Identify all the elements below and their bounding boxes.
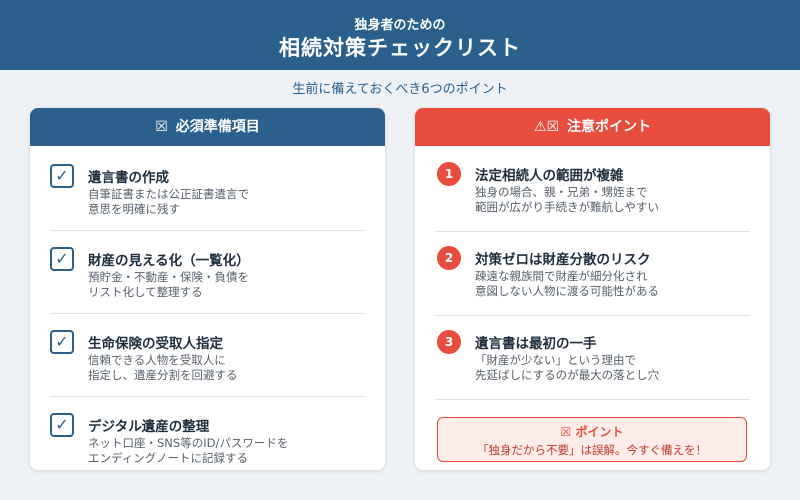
checkmark-icon[interactable]: ✓ — [50, 413, 74, 437]
desc-line-2: 意図しない人物に渡る可能性がある — [475, 284, 659, 298]
desc-line-1: 信頼できる人物を受取人に — [88, 353, 226, 367]
caution-item-desc: 疎遠な親族間で財産が細分化され 意図しない人物に渡る可能性がある — [475, 269, 659, 299]
checklist-item-desc: 自筆証書または公正証書遺言で 意思を明確に残す — [88, 187, 249, 217]
number-badge: 2 — [437, 246, 461, 270]
checkmark-icon[interactable]: ✓ — [50, 330, 74, 354]
checklist-item: ✓ 財産の見える化（一覧化） 預貯金・不動産・保険・負債を リスト化して整理する — [50, 231, 365, 314]
desc-line-2: 意思を明確に残す — [88, 202, 180, 216]
caution-item-title: 遺言書は最初の一手 — [475, 336, 597, 352]
page-tagline: 生前に備えておくべき6つのポイント — [292, 82, 508, 97]
key-point-text: 「独身だから不要」は誤解。今すぐ備えを！ — [477, 443, 707, 457]
caution-points-header: ⚠☒ 注意ポイント — [415, 108, 770, 146]
desc-line-2: 先延ばしにするのが最大の落とし穴 — [475, 368, 660, 382]
desc-line-1: ネット口座・SNS等のID/パスワードを — [88, 436, 289, 450]
header-subtitle: 独身者のための — [354, 18, 446, 33]
desc-line-2: 指定し、遺産分割を回避する — [88, 368, 238, 382]
number-badge: 3 — [437, 330, 461, 354]
required-items-panel: ☒ 必須準備項目 ✓ 遺言書の作成 自筆証書または公正証書遺言で 意思を明確に残… — [30, 108, 385, 470]
required-items-header: ☒ 必須準備項目 — [30, 108, 385, 146]
key-point-title: ☒ ポイント — [438, 423, 746, 440]
caution-item-title: 法定相続人の範囲が複雑 — [475, 168, 624, 184]
caution-item-desc: 独身の場合、親・兄弟・甥姪まで 範囲が広がり手続きが難航しやすい — [475, 185, 659, 215]
caution-points-panel: ⚠☒ 注意ポイント 1 法定相続人の範囲が複雑 独身の場合、親・兄弟・甥姪まで … — [415, 108, 770, 470]
checklist-item-title: 生命保険の受取人指定 — [88, 336, 223, 352]
caution-item: 3 遺言書は最初の一手 「財産が少ない」という理由で 先延ばしにするのが最大の落… — [435, 316, 750, 400]
page-header: 独身者のための 相続対策チェックリスト — [0, 0, 800, 70]
checklist-item: ✓ デジタル遺産の整理 ネット口座・SNS等のID/パスワードを エンディングノ… — [50, 397, 365, 470]
checkbox-icon: ☒ — [155, 119, 168, 135]
desc-line-1: 預貯金・不動産・保険・負債を — [88, 270, 249, 284]
checklist-item: ✓ 生命保険の受取人指定 信頼できる人物を受取人に 指定し、遺産分割を回避する — [50, 314, 365, 397]
caution-item: 1 法定相続人の範囲が複雑 独身の場合、親・兄弟・甥姪まで 範囲が広がり手続きが… — [435, 148, 750, 232]
page-title: 相続対策チェックリスト — [279, 36, 521, 60]
desc-line-1: 「財産が少ない」という理由で — [475, 353, 636, 367]
key-point-label: ポイント — [575, 425, 624, 439]
desc-line-1: 疎遠な親族間で財産が細分化され — [475, 269, 648, 283]
checklist-item-desc: 預貯金・不動産・保険・負債を リスト化して整理する — [88, 270, 249, 300]
warning-icon: ⚠☒ — [534, 119, 560, 135]
caution-item: 2 対策ゼロは財産分散のリスク 疎遠な親族間で財産が細分化され 意図しない人物に… — [435, 232, 750, 316]
key-point-icon: ☒ — [560, 425, 572, 439]
number-badge: 1 — [437, 162, 461, 186]
checklist-item-desc: 信頼できる人物を受取人に 指定し、遺産分割を回避する — [88, 353, 238, 383]
checklist-item-title: デジタル遺産の整理 — [88, 419, 210, 435]
desc-line-1: 自筆証書または公正証書遺言で — [88, 187, 249, 201]
checkmark-icon[interactable]: ✓ — [50, 247, 74, 271]
checklist-item-title: 財産の見える化（一覧化） — [88, 253, 250, 269]
checklist-item: ✓ 遺言書の作成 自筆証書または公正証書遺言で 意思を明確に残す — [50, 148, 365, 231]
desc-line-2: リスト化して整理する — [88, 285, 203, 299]
checklist-item-title: 遺言書の作成 — [88, 170, 169, 186]
caution-item-desc: 「財産が少ない」という理由で 先延ばしにするのが最大の落とし穴 — [475, 353, 659, 383]
checklist-item-desc: ネット口座・SNS等のID/パスワードを エンディングノートに記録する — [88, 436, 288, 466]
caution-item-title: 対策ゼロは財産分散のリスク — [475, 252, 651, 268]
key-point-callout: ☒ ポイント 「独身だから不要」は誤解。今すぐ備えを！ — [437, 417, 747, 462]
checkmark-icon[interactable]: ✓ — [50, 164, 74, 188]
desc-line-2: エンディングノートに記録する — [88, 451, 248, 465]
desc-line-2: 範囲が広がり手続きが難航しやすい — [475, 200, 659, 214]
caution-points-title: 注意ポイント — [566, 119, 651, 135]
desc-line-1: 独身の場合、親・兄弟・甥姪まで — [475, 185, 648, 199]
required-items-title: 必須準備項目 — [175, 119, 260, 135]
